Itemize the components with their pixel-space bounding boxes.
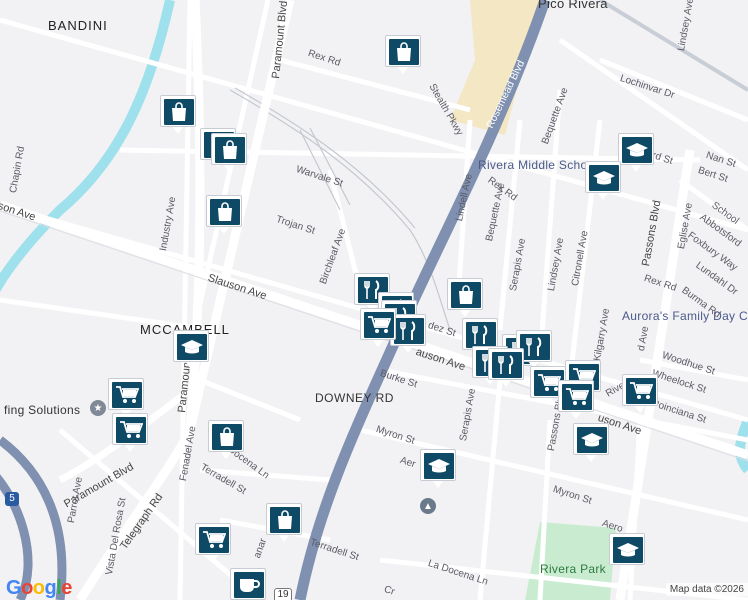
- shopping-bag-marker[interactable]: [206, 195, 242, 235]
- restaurant-icon: [492, 352, 522, 378]
- shopping-cart-marker[interactable]: [195, 523, 231, 563]
- place-label-roofing-solutions[interactable]: fing Solutions: [4, 403, 80, 417]
- shopping-bag-marker[interactable]: [160, 95, 196, 135]
- cafe-marker[interactable]: [230, 568, 266, 600]
- restaurant-icon: [394, 318, 424, 344]
- place-label-aurora-day-care[interactable]: Aurora's Family Day Care: [622, 309, 748, 323]
- place-label-rivera-middle-school[interactable]: Rivera Middle Scho: [478, 158, 587, 172]
- school-marker[interactable]: [618, 133, 654, 173]
- school-icon: [424, 453, 454, 479]
- shopping-bag-icon: [210, 199, 240, 225]
- map-attribution: Map data ©2026: [665, 583, 748, 596]
- shopping-cart-marker[interactable]: [108, 378, 144, 418]
- school-icon: [577, 427, 607, 453]
- shopping-cart-icon: [116, 417, 146, 443]
- shopping-bag-marker[interactable]: [266, 503, 302, 543]
- shopping-bag-icon: [164, 99, 194, 125]
- map-canvas[interactable]: BANDINI MCCAMBELL Pico Rivera DOWNEY RD …: [0, 0, 748, 600]
- shopping-bag-icon: [215, 137, 245, 163]
- shopping-cart-marker[interactable]: [558, 380, 594, 420]
- school-marker[interactable]: [609, 533, 645, 573]
- school-icon: [622, 137, 652, 163]
- cafe-icon: [234, 572, 264, 598]
- shopping-bag-marker[interactable]: [208, 420, 244, 460]
- school-poi-icon[interactable]: ▲: [420, 498, 436, 514]
- shopping-bag-icon: [212, 424, 242, 450]
- google-logo: Google: [6, 577, 72, 599]
- school-marker[interactable]: [585, 161, 621, 201]
- restaurant-icon: [520, 334, 550, 360]
- area-label-pico-rivera: Pico Rivera: [538, 0, 608, 11]
- school-icon: [177, 334, 207, 360]
- shopping-cart-marker[interactable]: [112, 413, 148, 453]
- shopping-cart-icon: [112, 382, 142, 408]
- business-icon[interactable]: ★: [90, 400, 106, 416]
- school-marker[interactable]: [420, 449, 456, 489]
- shopping-bag-icon: [389, 39, 419, 65]
- shopping-cart-marker[interactable]: [360, 308, 396, 348]
- shopping-cart-marker[interactable]: [622, 374, 658, 414]
- shopping-bag-marker[interactable]: [385, 35, 421, 75]
- place-label-rivera-park[interactable]: Rivera Park: [540, 562, 606, 576]
- shopping-bag-marker[interactable]: [447, 278, 483, 318]
- school-icon: [589, 165, 619, 191]
- shopping-bag-icon: [451, 282, 481, 308]
- shopping-cart-icon: [364, 312, 394, 338]
- restaurant-icon: [466, 322, 496, 348]
- school-marker[interactable]: [573, 423, 609, 463]
- route-19-shield: 19: [274, 588, 292, 600]
- road-label-downey-rd: DOWNEY RD: [315, 391, 394, 405]
- shopping-cart-icon: [199, 527, 229, 553]
- shopping-cart-icon: [562, 384, 592, 410]
- route-5-shield: 5: [5, 492, 19, 506]
- shopping-bag-icon: [270, 507, 300, 533]
- restaurant-marker[interactable]: [488, 348, 524, 388]
- shopping-bag-marker[interactable]: [211, 133, 247, 173]
- shopping-cart-icon: [626, 378, 656, 404]
- school-icon: [613, 537, 643, 563]
- area-label-bandini: BANDINI: [48, 18, 108, 33]
- school-marker[interactable]: [173, 330, 209, 370]
